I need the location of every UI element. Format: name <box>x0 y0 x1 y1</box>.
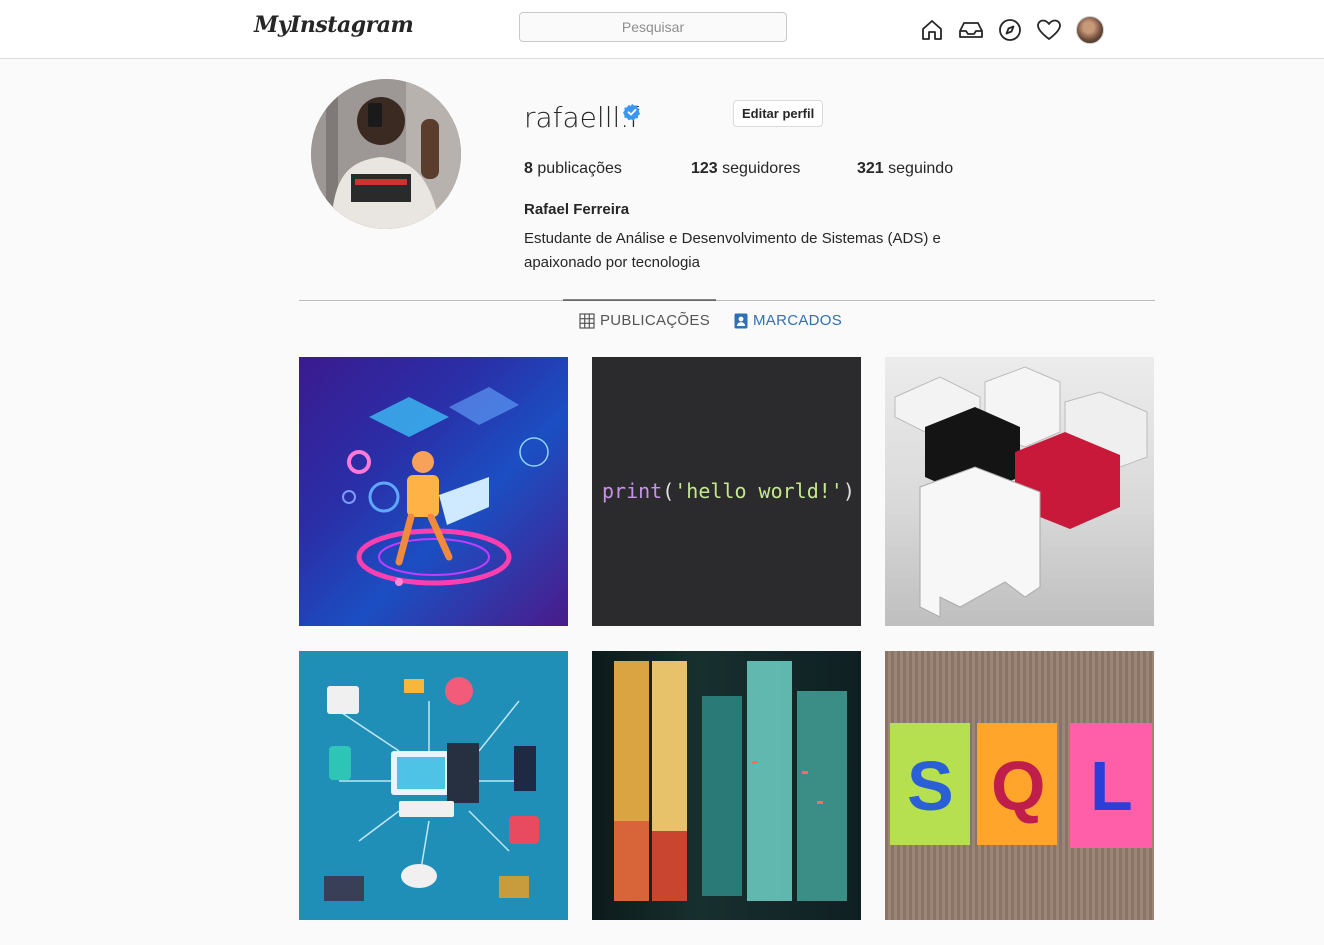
profile-picture[interactable] <box>311 79 461 229</box>
avatar[interactable] <box>1076 16 1104 44</box>
post-network-diagram[interactable] <box>299 651 568 920</box>
code-function: print <box>602 479 663 503</box>
nav-icons <box>918 13 1104 47</box>
username: rafaelll.f <box>524 101 640 134</box>
verified-badge-icon <box>623 103 641 121</box>
sql-letter-s: S <box>907 747 954 825</box>
explore-icon[interactable] <box>996 16 1024 44</box>
posts-count: 8 <box>524 160 533 177</box>
followers-stat[interactable]: 123 seguidores <box>691 160 800 178</box>
post-programming-languages[interactable] <box>299 357 568 626</box>
logo[interactable]: MyInstagram <box>254 12 414 38</box>
search-input[interactable] <box>519 12 787 42</box>
active-tab-indicator <box>563 299 716 301</box>
sql-letter-l: L <box>1090 747 1133 825</box>
followers-label: seguidores <box>722 160 801 177</box>
tab-marcados-label: MARCADOS <box>753 312 843 329</box>
posts-stat[interactable]: 8 publicações <box>524 160 622 178</box>
code-paren-close: ) <box>842 479 855 503</box>
tabs-divider <box>299 300 1155 301</box>
posts-label: publicações <box>537 160 622 177</box>
sql-letter-q: Q <box>991 747 1046 825</box>
full-name: Rafael Ferreira <box>524 201 630 218</box>
post-dice-stools[interactable] <box>885 357 1154 626</box>
code-snippet: print('hello world!') <box>602 479 855 503</box>
tab-publicacoes[interactable]: PUBLICAÇÕES <box>579 312 710 329</box>
post-sql[interactable]: S Q L <box>885 651 1154 920</box>
top-header: MyInstagram <box>0 0 1324 59</box>
heart-icon[interactable] <box>1035 16 1063 44</box>
grid-icon <box>579 312 595 329</box>
edit-profile-button[interactable]: Editar perfil <box>733 100 824 127</box>
tab-publicacoes-label: PUBLICAÇÕES <box>600 312 710 329</box>
post-server-racks[interactable] <box>592 651 861 920</box>
following-stat[interactable]: 321 seguindo <box>857 160 953 178</box>
home-icon[interactable] <box>918 16 946 44</box>
following-count: 321 <box>857 160 884 177</box>
bio: Estudante de Análise e Desenvolvimento d… <box>524 230 941 271</box>
code-paren-open: ( <box>662 479 675 503</box>
tagged-icon <box>734 313 748 328</box>
code-string: 'hello world!' <box>674 479 843 503</box>
inbox-icon[interactable] <box>957 16 985 44</box>
followers-count: 123 <box>691 160 718 177</box>
tab-marcados[interactable]: MARCADOS <box>734 312 842 329</box>
following-label: seguindo <box>888 160 954 177</box>
post-hello-world[interactable]: print('hello world!') <box>592 357 861 626</box>
